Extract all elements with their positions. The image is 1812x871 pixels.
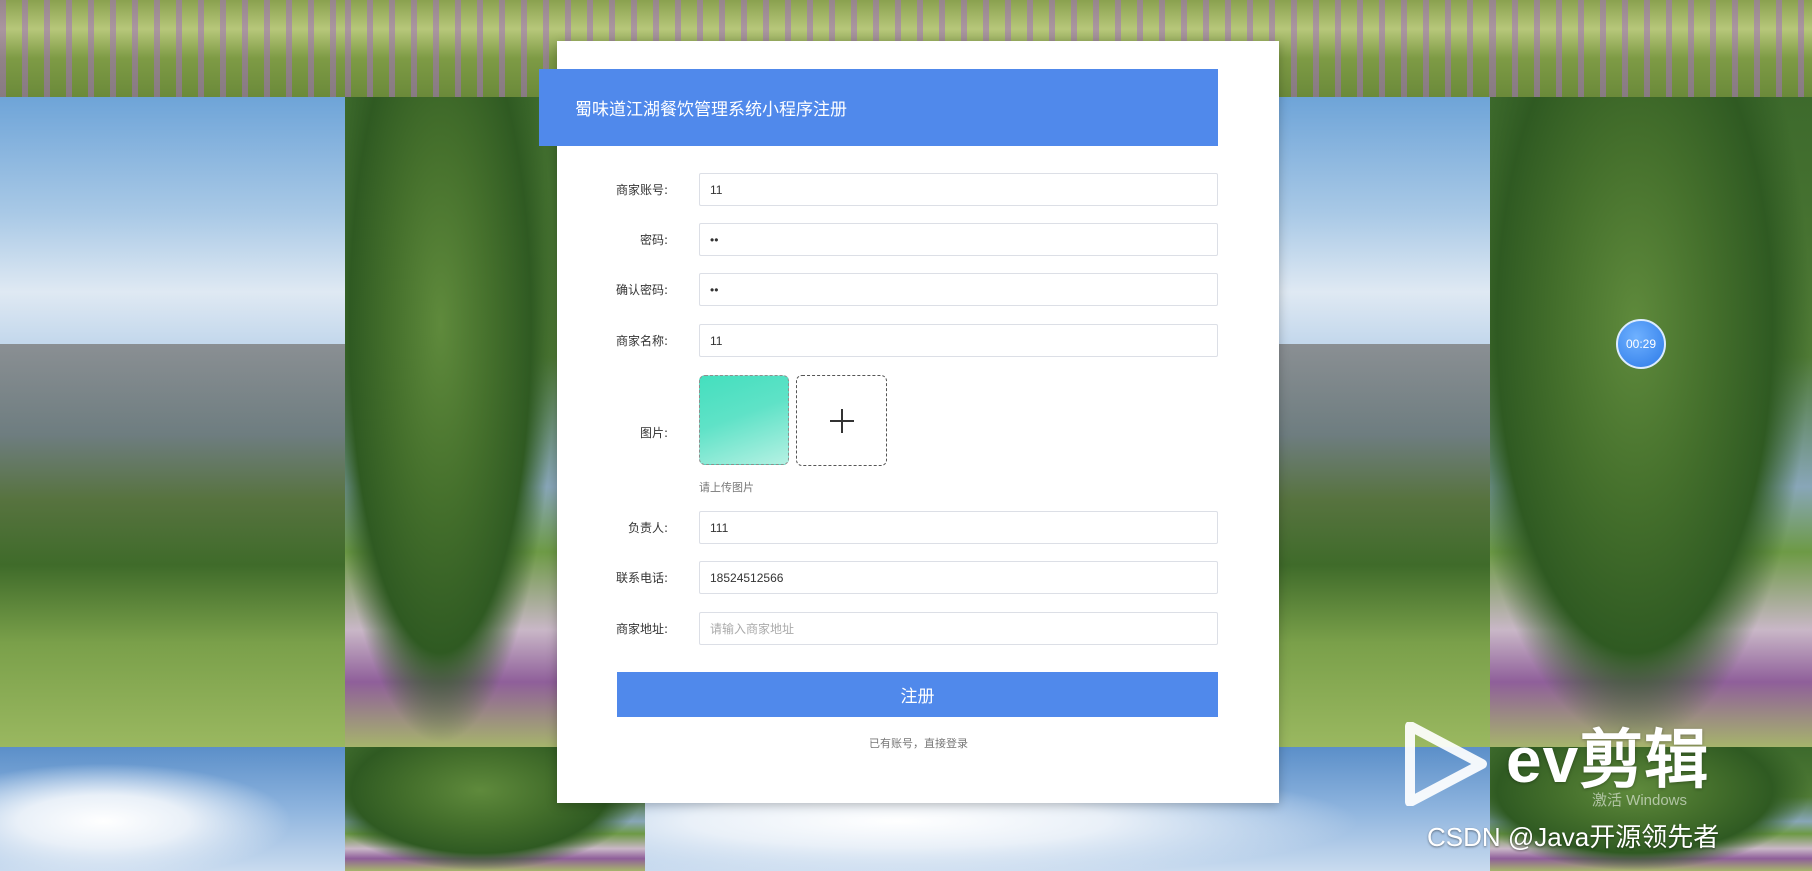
- confirm-password-input[interactable]: [699, 273, 1218, 306]
- bg-tile: [0, 0, 345, 97]
- phone-label: 联系电话:: [615, 571, 668, 585]
- uploaded-image-thumbnail[interactable]: [699, 375, 789, 465]
- merchant-account-input[interactable]: [699, 173, 1218, 206]
- register-button[interactable]: 注册: [617, 672, 1218, 717]
- merchant-account-label: 商家账号:: [615, 183, 668, 197]
- address-input[interactable]: [699, 612, 1218, 645]
- login-link[interactable]: 已有账号，直接登录: [869, 735, 968, 751]
- phone-row: 联系电话:: [600, 561, 1218, 594]
- ev-brand-watermark: ev剪辑: [1506, 724, 1710, 796]
- page-title: 蜀味道江湖餐饮管理系统小程序注册: [539, 69, 1218, 146]
- merchant-name-label: 商家名称:: [615, 334, 668, 348]
- bg-tile: [0, 747, 345, 871]
- bg-tile: [1490, 97, 1812, 747]
- windows-activation-watermark: 激活 Windows: [1592, 792, 1688, 809]
- address-row: 商家地址:: [600, 612, 1218, 645]
- confirm-password-label: 确认密码:: [615, 283, 668, 297]
- bg-tile: [345, 97, 557, 747]
- contact-person-row: 负责人:: [600, 511, 1218, 544]
- image-label: 图片:: [639, 426, 668, 440]
- password-row: 密码:: [600, 223, 1218, 256]
- password-input[interactable]: [699, 223, 1218, 256]
- bg-tile: [1279, 97, 1490, 747]
- address-label: 商家地址:: [615, 622, 668, 636]
- image-upload-button[interactable]: [796, 375, 887, 466]
- recording-timer: 00:29: [1616, 319, 1666, 369]
- bg-tile: [1490, 0, 1812, 97]
- merchant-name-input[interactable]: [699, 324, 1218, 357]
- image-upload-hint: 请上传图片: [699, 481, 754, 494]
- phone-input[interactable]: [699, 561, 1218, 594]
- confirm-password-row: 确认密码:: [600, 273, 1218, 306]
- password-label: 密码:: [639, 233, 668, 247]
- csdn-watermark: CSDN @Java开源领先者: [1427, 822, 1720, 852]
- contact-person-input[interactable]: [699, 511, 1218, 544]
- plus-icon: [829, 408, 854, 433]
- bg-tile: [0, 97, 345, 747]
- merchant-account-row: 商家账号:: [600, 173, 1218, 206]
- merchant-name-row: 商家名称:: [600, 324, 1218, 357]
- contact-person-label: 负责人:: [627, 521, 668, 535]
